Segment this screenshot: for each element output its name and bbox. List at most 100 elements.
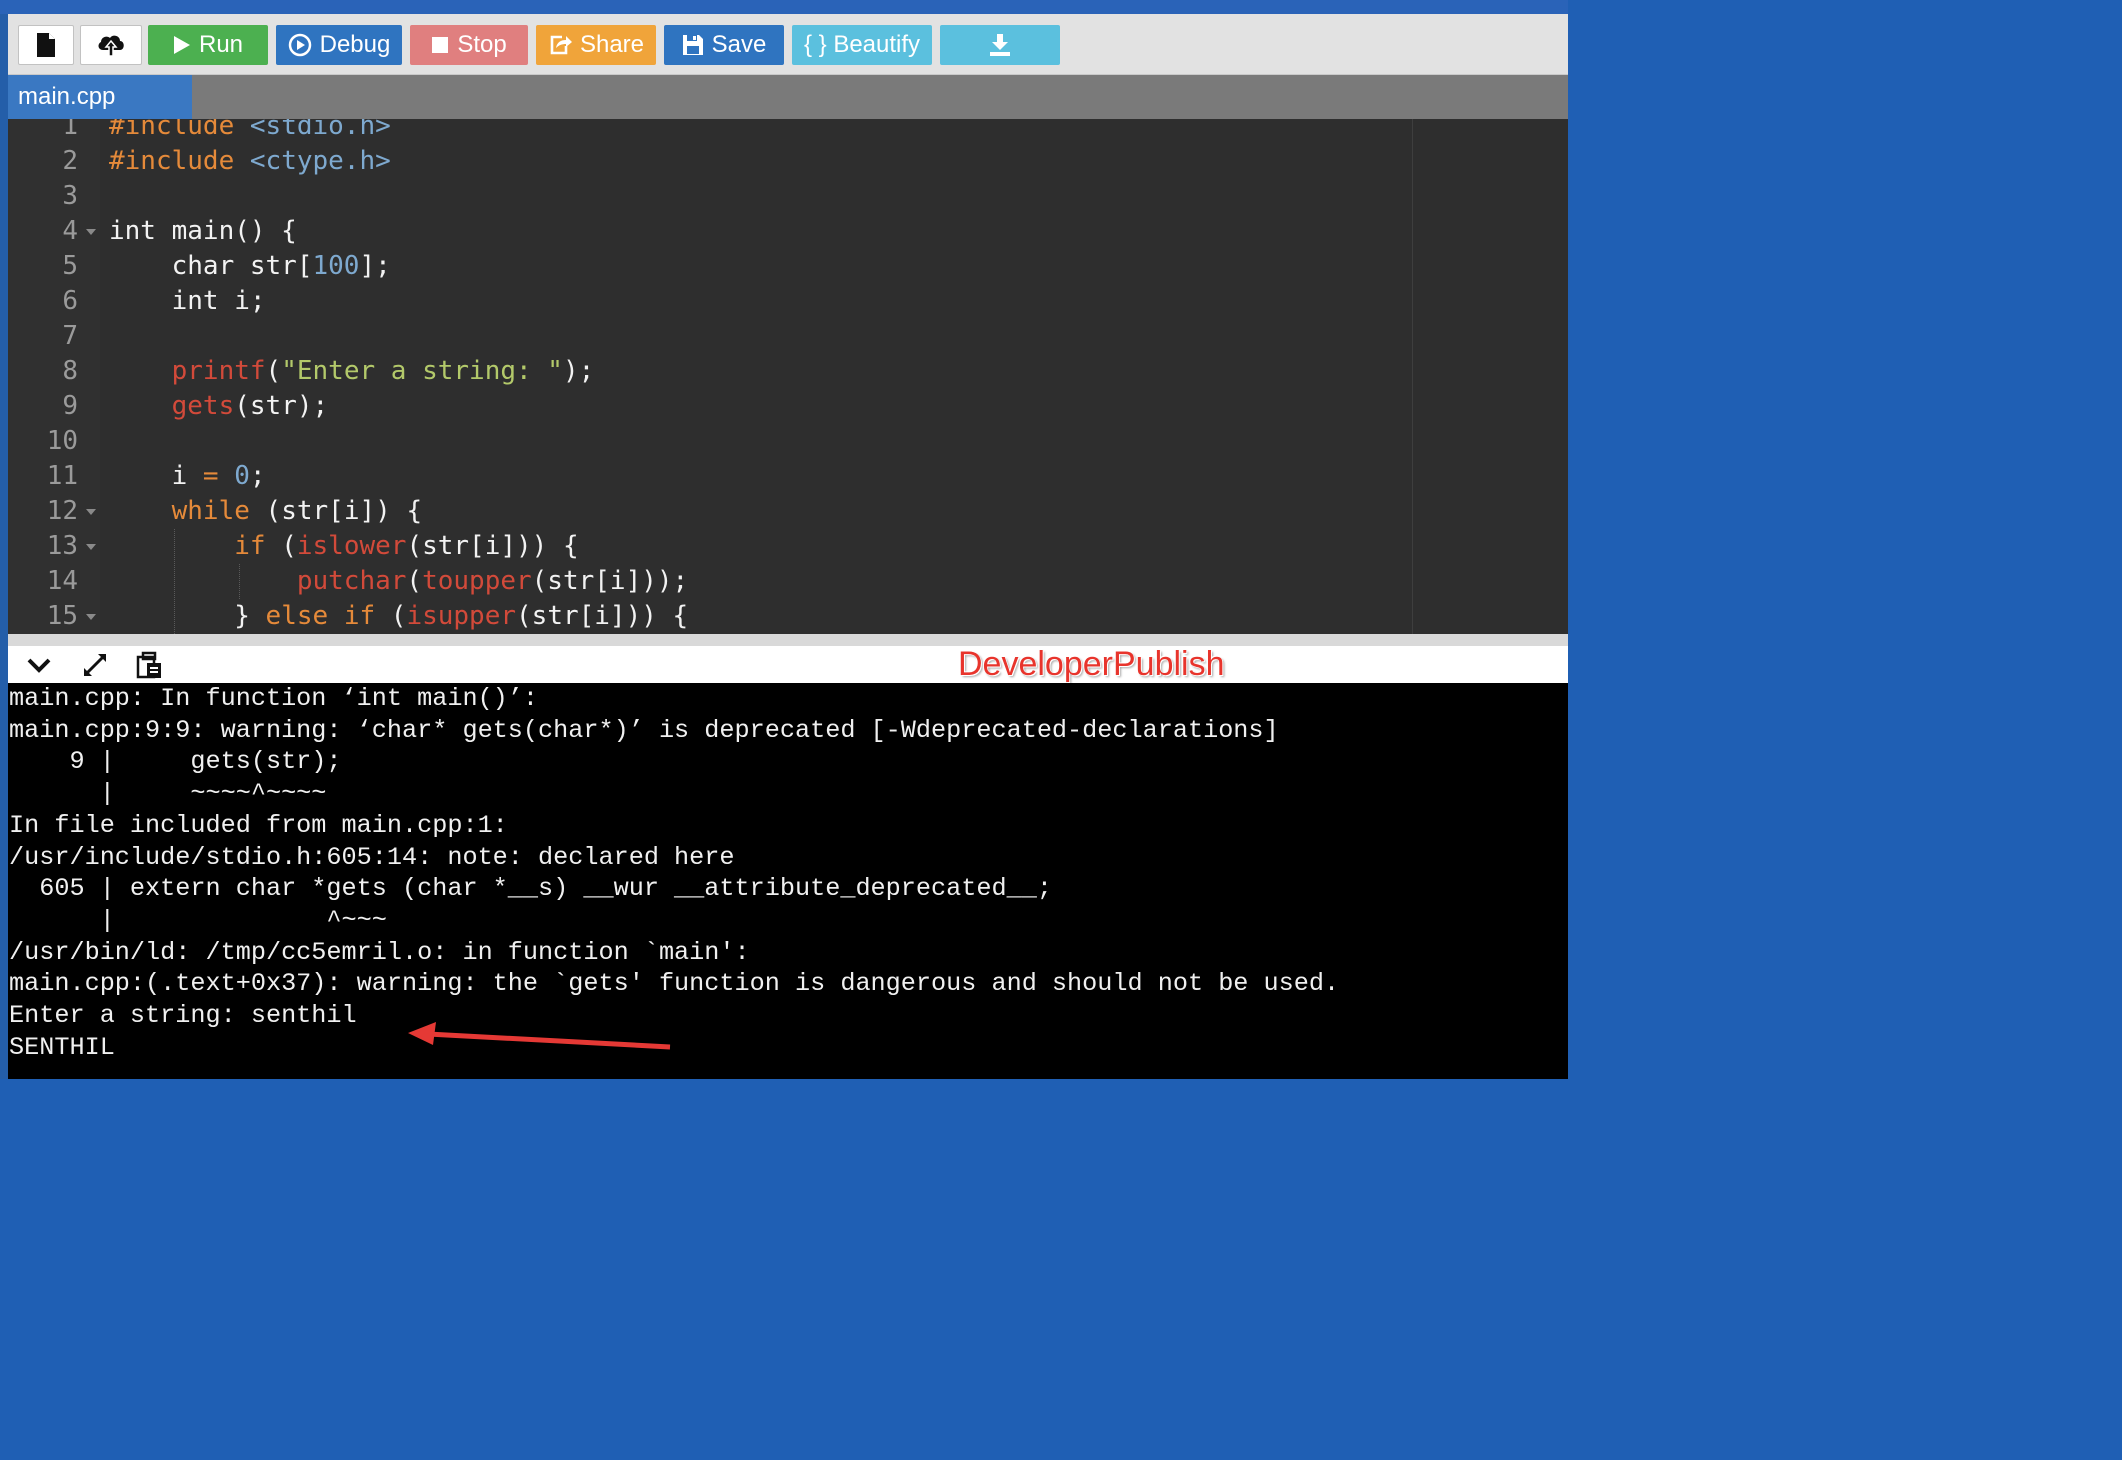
play-icon bbox=[173, 36, 190, 54]
code-line: #include <stdio.h> bbox=[109, 119, 391, 144]
code-token: ( bbox=[265, 356, 282, 386]
stop-button[interactable]: Stop bbox=[410, 25, 528, 65]
line-number: 15 bbox=[46, 601, 78, 631]
line-number: 12 bbox=[46, 496, 78, 526]
line-number: 8 bbox=[62, 356, 78, 386]
floppy-icon bbox=[682, 35, 703, 55]
file-tab-bar: main.cpp bbox=[8, 75, 1568, 119]
indent-guide bbox=[239, 564, 240, 599]
code-token: (str[i])) { bbox=[406, 531, 579, 561]
download-button[interactable] bbox=[940, 25, 1060, 65]
cloud-upload-icon bbox=[98, 35, 124, 57]
run-label: Run bbox=[198, 31, 244, 58]
save-button[interactable]: Save bbox=[664, 25, 784, 65]
file-icon bbox=[37, 33, 55, 57]
line-number: 2 bbox=[62, 146, 78, 176]
code-token: <ctype.h> bbox=[249, 146, 391, 176]
tab-main-cpp[interactable]: main.cpp bbox=[8, 75, 192, 119]
watermark-logo: DeveloperPublish bbox=[958, 645, 1225, 683]
line-number: 10 bbox=[46, 426, 78, 456]
annotation-arrow bbox=[408, 1022, 671, 1050]
code-line: int i; bbox=[109, 284, 266, 319]
output-console[interactable]: main.cpp: In function ‘int main()’: main.… bbox=[8, 683, 1568, 1079]
share-icon bbox=[550, 35, 572, 55]
save-label: Save bbox=[711, 31, 767, 58]
share-button[interactable]: Share bbox=[536, 25, 656, 65]
code-line: putchar(toupper(str[i])); bbox=[109, 564, 688, 599]
code-token: islower bbox=[296, 531, 407, 561]
stop-label: Stop bbox=[457, 31, 507, 58]
window-top-strip bbox=[0, 0, 1568, 14]
code-token: "Enter a string: " bbox=[281, 356, 563, 386]
line-number: 1 bbox=[62, 119, 78, 141]
code-token: ( bbox=[265, 531, 297, 561]
annotation-arrow-line bbox=[427, 1031, 671, 1050]
code-token: #include bbox=[109, 119, 250, 141]
code-token: (str[i]) { bbox=[249, 496, 423, 526]
code-token: ( bbox=[406, 566, 423, 596]
code-line: } else if (isupper(str[i])) { bbox=[109, 599, 688, 634]
code-token: (str); bbox=[234, 391, 329, 421]
line-number: 11 bbox=[46, 461, 78, 491]
code-token: isupper bbox=[406, 601, 517, 631]
code-token: char str[ bbox=[109, 251, 313, 281]
code-token: ); bbox=[562, 356, 595, 386]
run-button[interactable]: Run bbox=[148, 25, 268, 65]
code-line: while (str[i]) { bbox=[109, 494, 422, 529]
code-line: i = 0; bbox=[109, 459, 266, 494]
beautify-label: { } Beautify bbox=[803, 31, 921, 58]
line-number: 4 bbox=[62, 216, 78, 246]
line-number: 6 bbox=[62, 286, 78, 316]
new-file-button[interactable] bbox=[18, 25, 74, 65]
code-line: printf("Enter a string: "); bbox=[109, 354, 595, 389]
copy-icon[interactable] bbox=[134, 650, 164, 680]
debug-icon bbox=[288, 33, 311, 57]
fold-toggle-icon[interactable] bbox=[86, 509, 96, 515]
code-token: if bbox=[234, 531, 266, 561]
code-line: char str[100]; bbox=[109, 249, 391, 284]
fold-toggle-icon[interactable] bbox=[86, 614, 96, 620]
code-token: ; bbox=[249, 461, 266, 491]
code-token: printf bbox=[171, 356, 266, 386]
line-number: 5 bbox=[62, 251, 78, 281]
code-line: gets(str); bbox=[109, 389, 329, 424]
line-number: 13 bbox=[46, 531, 78, 561]
code-editor[interactable]: 1 #include <stdio.h> 2 #include <ctype.h> 3 4… bbox=[8, 119, 1568, 634]
code-token: i bbox=[109, 461, 203, 491]
code-line: if (islower(str[i])) { bbox=[109, 529, 579, 564]
toolbar: Run Debug Stop Share Save { } Beautify bbox=[8, 14, 1568, 75]
panel-splitter[interactable] bbox=[8, 634, 1568, 646]
expand-icon[interactable] bbox=[80, 650, 110, 680]
beautify-button[interactable]: { } Beautify bbox=[792, 25, 932, 65]
code-token: while bbox=[171, 496, 250, 526]
code-token: 0 bbox=[234, 461, 250, 491]
code-token: (str[i])) { bbox=[516, 601, 689, 631]
upload-button[interactable] bbox=[80, 25, 142, 65]
code-token: #include bbox=[109, 146, 250, 176]
output-toolbar: DeveloperPublish bbox=[8, 646, 1568, 684]
line-number: 14 bbox=[46, 566, 78, 596]
code-token: gets bbox=[171, 391, 235, 421]
line-number: 9 bbox=[62, 391, 78, 421]
fold-toggle-icon[interactable] bbox=[86, 544, 96, 550]
annotation-arrow-head bbox=[408, 1022, 436, 1045]
download-icon bbox=[990, 34, 1010, 56]
fold-toggle-icon[interactable] bbox=[86, 229, 96, 235]
code-line: #include <ctype.h> bbox=[109, 144, 391, 179]
share-label: Share bbox=[579, 31, 645, 58]
indent-guide bbox=[174, 529, 175, 634]
line-number: 7 bbox=[62, 321, 78, 351]
window-left-edge bbox=[0, 14, 8, 1079]
code-token: ( bbox=[375, 601, 407, 631]
chevron-down-icon[interactable] bbox=[24, 650, 54, 680]
line-number: 3 bbox=[62, 181, 78, 211]
debug-button[interactable]: Debug bbox=[276, 25, 402, 65]
code-token: 100 bbox=[312, 251, 360, 281]
code-token: toupper bbox=[422, 566, 532, 596]
